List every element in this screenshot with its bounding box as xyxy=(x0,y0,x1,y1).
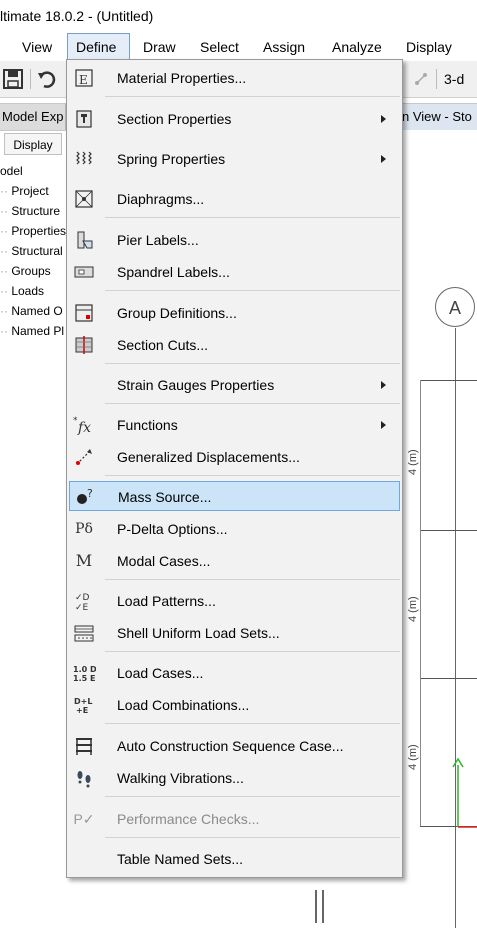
section-properties-icon xyxy=(72,108,96,130)
shell-uniform-load-icon xyxy=(72,622,96,644)
grid-line-1 xyxy=(420,380,477,381)
menu-item-spandrel-labels[interactable]: Spandrel Labels... xyxy=(69,257,400,287)
tab-display[interactable]: Display xyxy=(4,133,62,155)
spring-properties-icon xyxy=(72,148,96,170)
tree-item-named-output[interactable]: ·· Named O xyxy=(0,301,63,321)
undo-icon[interactable] xyxy=(36,68,58,90)
load-patterns-icon: ✓D ✓E xyxy=(72,590,96,612)
menu-item-auto-construction-sequence[interactable]: Auto Construction Sequence Case... xyxy=(69,731,400,761)
submenu-arrow-icon xyxy=(381,421,386,429)
model-explorer-title: Model Exp xyxy=(0,104,66,130)
svg-text:?: ? xyxy=(87,487,93,500)
define-menu: E Material Properties... Section Propert… xyxy=(66,59,403,878)
menu-item-functions[interactable]: * fx Functions xyxy=(69,410,400,440)
menu-item-mass-source[interactable]: ? Mass Source... xyxy=(69,481,400,511)
mass-source-icon: ? xyxy=(73,486,97,508)
modal-cases-icon: M xyxy=(75,551,93,570)
svg-text:✓E: ✓E xyxy=(75,603,89,612)
menu-select[interactable]: Select xyxy=(192,33,247,61)
svg-text:D+L: D+L xyxy=(74,697,92,706)
dimension-label-3: 4 (m) xyxy=(407,744,419,770)
menu-item-material-properties[interactable]: E Material Properties... xyxy=(69,63,400,93)
material-properties-icon: E xyxy=(72,67,96,89)
menu-item-load-combinations[interactable]: D+L +E Load Combinations... xyxy=(69,690,400,720)
axis-indicator-icon xyxy=(452,757,477,828)
submenu-arrow-icon xyxy=(381,155,386,163)
p-delta-icon: Pδ xyxy=(75,521,93,537)
pier-labels-icon xyxy=(72,229,96,251)
grid-line-a xyxy=(455,328,456,928)
tree-item-properties[interactable]: ·· Properties xyxy=(0,221,66,241)
spandrel-labels-icon xyxy=(72,261,96,283)
dimension-label-2: 4 (m) xyxy=(407,596,419,622)
svg-text:E: E xyxy=(79,73,88,87)
menu-item-section-properties[interactable]: Section Properties xyxy=(69,104,400,134)
menu-display[interactable]: Display xyxy=(398,33,460,61)
save-icon[interactable] xyxy=(2,68,24,90)
tree-item-structural[interactable]: ·· Structural xyxy=(0,241,63,261)
menu-item-performance-checks: P✓ Performance Checks... xyxy=(69,804,400,834)
view-title: n View - Sto xyxy=(400,104,477,130)
performance-checks-icon: P✓ xyxy=(73,811,95,827)
menu-item-pier-labels[interactable]: Pier Labels... xyxy=(69,225,400,255)
submenu-arrow-icon xyxy=(381,381,386,389)
menu-assign[interactable]: Assign xyxy=(255,33,313,61)
snap-icon[interactable] xyxy=(410,68,432,90)
dimension-line xyxy=(420,380,421,826)
load-combinations-icon: D+L +E xyxy=(72,694,96,716)
construction-sequence-icon xyxy=(72,735,96,757)
plan-view-canvas[interactable]: A 4 (m) 4 (m) 4 (m) xyxy=(315,130,477,928)
svg-text:✓D: ✓D xyxy=(75,593,90,603)
grid-bubble-a: A xyxy=(435,287,475,327)
functions-icon: * fx xyxy=(72,414,96,436)
tree-item-named-plots[interactable]: ·· Named Pl xyxy=(0,321,64,341)
explorer-tabs: Display xyxy=(0,133,66,155)
menu-item-section-cuts[interactable]: Section Cuts... xyxy=(69,330,400,360)
walking-vibrations-icon xyxy=(72,767,96,789)
tree-item-project[interactable]: ·· Project xyxy=(0,181,49,201)
submenu-arrow-icon xyxy=(381,115,386,123)
tree-item-loads[interactable]: ·· Loads xyxy=(0,281,44,301)
menu-item-table-named-sets[interactable]: Table Named Sets... xyxy=(69,844,400,874)
view-3d-button[interactable]: 3-d xyxy=(444,68,464,90)
menu-item-generalized-displacements[interactable]: Generalized Displacements... xyxy=(69,442,400,472)
menu-item-group-definitions[interactable]: Group Definitions... xyxy=(69,298,400,328)
menu-draw[interactable]: Draw xyxy=(135,33,184,61)
grid-line-2 xyxy=(420,530,477,531)
tree-item-groups[interactable]: ·· Groups xyxy=(0,261,51,281)
menu-analyze[interactable]: Analyze xyxy=(324,33,390,61)
menu-item-strain-gauges[interactable]: Strain Gauges Properties xyxy=(69,370,400,400)
load-cases-icon: 1.0 D 1.5 E xyxy=(72,662,96,684)
column-edge xyxy=(315,890,324,923)
section-cuts-icon xyxy=(72,334,96,356)
menu-define[interactable]: Define xyxy=(67,33,130,61)
generalized-displacements-icon xyxy=(72,446,96,468)
grid-line-3 xyxy=(420,678,477,679)
menu-item-shell-uniform-load-sets[interactable]: Shell Uniform Load Sets... xyxy=(69,618,400,648)
dimension-label-1: 4 (m) xyxy=(407,449,419,475)
menu-item-diaphragms[interactable]: Diaphragms... xyxy=(69,184,400,214)
menu-bar: View Define Draw Select Assign Analyze D… xyxy=(0,33,477,61)
diaphragm-icon xyxy=(72,188,96,210)
window-title: ltimate 18.0.2 - (Untitled) xyxy=(0,0,477,32)
menu-view[interactable]: View xyxy=(14,33,60,61)
menu-item-load-patterns[interactable]: ✓D ✓E Load Patterns... xyxy=(69,586,400,616)
group-definitions-icon xyxy=(72,302,96,324)
menu-item-spring-properties[interactable]: Spring Properties xyxy=(69,144,400,174)
tree-item-structure[interactable]: ·· Structure xyxy=(0,201,60,221)
svg-text:+E: +E xyxy=(76,706,88,715)
menu-item-load-cases[interactable]: 1.0 D 1.5 E Load Cases... xyxy=(69,658,400,688)
menu-item-walking-vibrations[interactable]: Walking Vibrations... xyxy=(69,763,400,793)
menu-item-modal-cases[interactable]: M Modal Cases... xyxy=(69,546,400,576)
svg-text:1.5 E: 1.5 E xyxy=(73,674,95,683)
menu-item-p-delta-options[interactable]: Pδ P-Delta Options... xyxy=(69,514,400,544)
tree-root[interactable]: odel xyxy=(0,161,23,181)
svg-text:fx: fx xyxy=(77,420,91,436)
svg-text:1.0 D: 1.0 D xyxy=(73,665,96,674)
